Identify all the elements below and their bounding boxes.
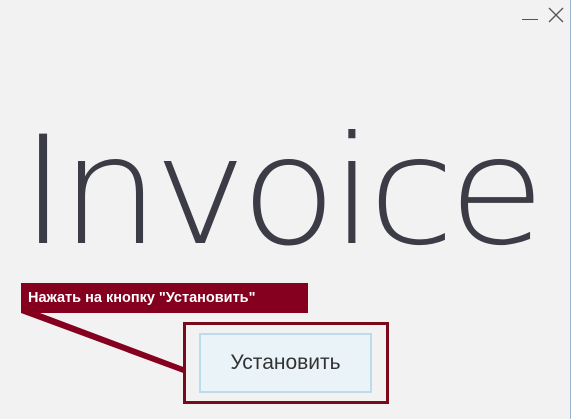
minimize-icon: [522, 19, 538, 20]
installer-window: Invoice Нажать на кнопку "Установить" Ус…: [0, 0, 571, 419]
window-controls: [518, 3, 570, 27]
minimize-button[interactable]: [518, 3, 544, 27]
app-logo: Invoice: [20, 105, 545, 279]
install-button[interactable]: Установить: [199, 333, 372, 393]
close-icon: [548, 7, 564, 23]
close-button[interactable]: [544, 3, 570, 27]
instruction-callout: Нажать на кнопку "Установить": [21, 283, 308, 313]
